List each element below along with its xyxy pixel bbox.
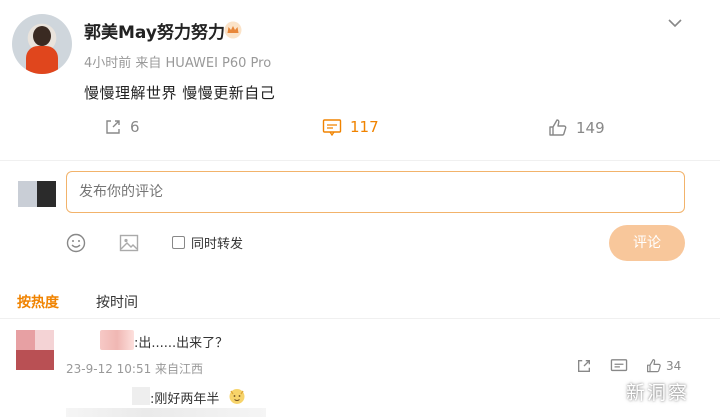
like-icon (647, 359, 661, 373)
like-button[interactable]: 149 (548, 118, 605, 138)
commenter-avatar[interactable] (16, 330, 54, 370)
share-icon[interactable] (576, 358, 592, 374)
share-icon (106, 120, 120, 134)
divider (0, 160, 720, 161)
username[interactable]: 郭美May努力努力 (84, 18, 225, 43)
share-button[interactable]: 6 (104, 118, 140, 136)
crown-icon (224, 21, 242, 39)
emoji-icon (229, 389, 245, 404)
comment-meta: 23-9-12 10:51 来自江西 (66, 362, 204, 376)
tab-sort-hot[interactable]: 按热度 (17, 292, 59, 312)
comment-icon (322, 119, 342, 136)
reply-name-blurred (132, 387, 150, 405)
my-avatar (18, 181, 56, 207)
reply-text: :刚好两年半 (150, 392, 220, 407)
repost-label: 同时转发 (191, 237, 244, 252)
divider (0, 318, 720, 319)
post-text: 慢慢理解世界 慢慢更新自己 (84, 84, 276, 102)
like-count: 149 (576, 119, 605, 137)
comment-button[interactable]: 117 (322, 118, 379, 136)
repost-checkbox[interactable]: 同时转发 (172, 233, 243, 252)
watermark: 新洞察 (626, 382, 690, 404)
image-icon[interactable] (119, 233, 139, 253)
like-icon (549, 119, 567, 136)
blurred-content (66, 408, 266, 417)
submit-comment-button[interactable]: 评论 (609, 225, 685, 261)
comment-icon[interactable] (610, 358, 628, 374)
avatar[interactable] (12, 14, 72, 74)
comment-like-button[interactable]: 34 (646, 358, 681, 374)
comment-like-count: 34 (666, 359, 682, 373)
commenter-name-blurred (100, 330, 134, 350)
emoji-icon[interactable] (66, 233, 86, 253)
chevron-down-icon[interactable] (664, 12, 686, 34)
checkbox[interactable] (172, 236, 185, 249)
share-count: 6 (130, 118, 140, 136)
post-meta: 4小时前 来自 HUAWEI P60 Pro (84, 56, 272, 71)
comment-input[interactable] (66, 171, 685, 213)
comment-count: 117 (350, 118, 379, 136)
comment-text: :出......出来了？ (134, 336, 229, 351)
tab-sort-time[interactable]: 按时间 (96, 292, 138, 312)
